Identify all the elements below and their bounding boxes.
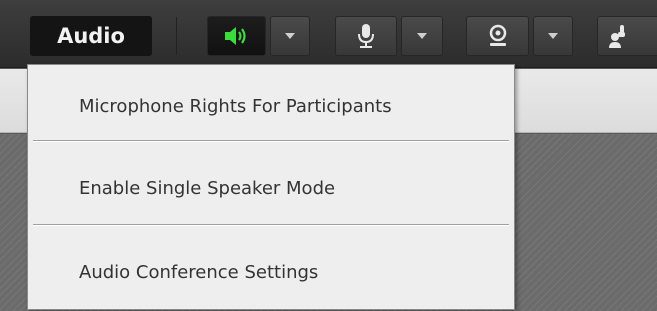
menu-item-audio-conference-settings[interactable]: Audio Conference Settings [28, 235, 514, 309]
chevron-down-icon [548, 33, 558, 39]
webcam-icon [486, 24, 510, 48]
speaker-options-dropdown[interactable] [270, 16, 310, 56]
raise-hand-icon [606, 23, 628, 49]
top-toolbar: Audio [0, 0, 657, 68]
raise-hand-button[interactable] [597, 16, 657, 56]
chevron-down-icon [285, 33, 295, 39]
webcam-options-dropdown[interactable] [533, 16, 573, 56]
toolbar-divider [176, 17, 177, 55]
speaker-toggle-button[interactable] [207, 16, 266, 56]
microphone-options-dropdown[interactable] [401, 16, 443, 56]
audio-menu-button[interactable]: Audio [30, 16, 152, 56]
microphone-toggle-button[interactable] [335, 16, 397, 56]
menu-item-microphone-rights[interactable]: Microphone Rights For Participants [28, 69, 514, 143]
menu-divider [33, 224, 509, 226]
microphone-icon [357, 23, 375, 49]
chevron-down-icon [417, 33, 427, 39]
audio-menu: Microphone Rights For Participants Enabl… [27, 64, 515, 310]
menu-divider [33, 140, 509, 142]
webcam-toggle-button[interactable] [466, 16, 529, 56]
speaker-icon [223, 24, 251, 48]
menu-item-single-speaker-mode[interactable]: Enable Single Speaker Mode [28, 151, 514, 225]
